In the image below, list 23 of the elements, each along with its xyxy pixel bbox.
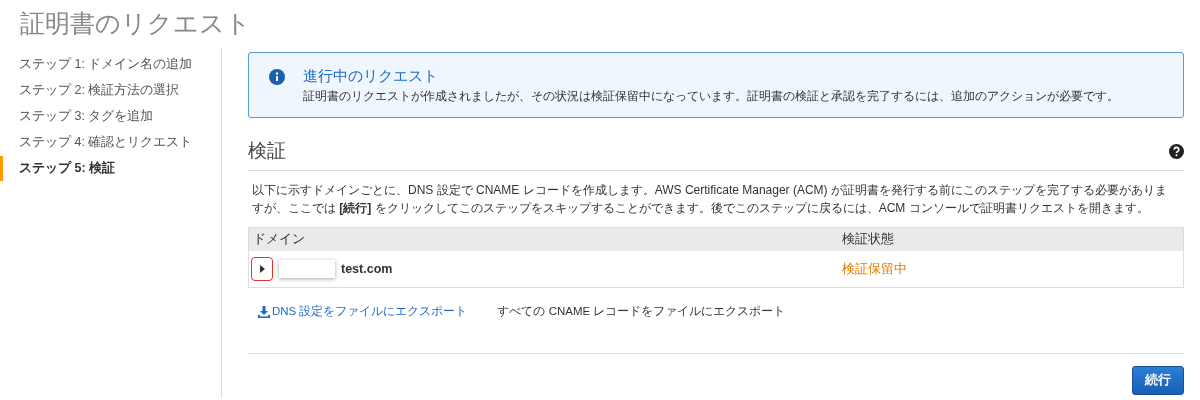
column-header: ドメイン — [248, 227, 838, 251]
export-cname-link[interactable]: すべての CNAME レコードをファイルにエクスポート — [497, 304, 786, 319]
info-icon — [269, 69, 285, 85]
domain-name: test.com — [341, 262, 393, 276]
step-item[interactable]: ステップ 5: 検証 — [0, 156, 221, 181]
continue-button[interactable]: 続行 — [1132, 366, 1184, 395]
column-header: 検証状態 — [837, 227, 1184, 251]
redaction-mark — [279, 260, 335, 278]
status-text: 検証保留中 — [841, 261, 907, 276]
caret-right-icon — [259, 265, 265, 273]
help-icon[interactable] — [1169, 143, 1184, 159]
export-dns-link[interactable]: DNS 設定をファイルにエクスポート — [258, 304, 468, 319]
alert-message: 証明書のリクエストが作成されましたが、その状況は検証保留中になっています。証明書の検証と承認を完了するには、追加のアクションが必要です。 — [303, 88, 1119, 105]
step-item[interactable]: ステップ 1: ドメイン名の追加 — [0, 52, 221, 77]
alert-title: 進行中のリクエスト — [303, 67, 439, 86]
section-description: 以下に示すドメインごとに、DNS 設定で CNAME レコードを作成します。AWS Certificate Manager (ACM) が証明書を発行する前にこのステップを完了する必要がありますが、ここでは [続行] をクリックしてこのステップをスキップすることができます。後でこのステップに戻るには、ACM コンソールで証明書リクエストを開きます。 — [252, 182, 1168, 217]
step-item[interactable]: ステップ 3: タグを追加 — [0, 104, 221, 129]
step-item[interactable]: ステップ 2: 検証方法の選択 — [0, 78, 221, 103]
expand-button[interactable] — [251, 257, 273, 281]
page-title: 証明書のリクエスト — [20, 8, 252, 39]
section-title: 検証 — [248, 139, 286, 163]
step-item[interactable]: ステップ 4: 確認とリクエスト — [0, 130, 221, 155]
download-icon — [258, 305, 270, 318]
